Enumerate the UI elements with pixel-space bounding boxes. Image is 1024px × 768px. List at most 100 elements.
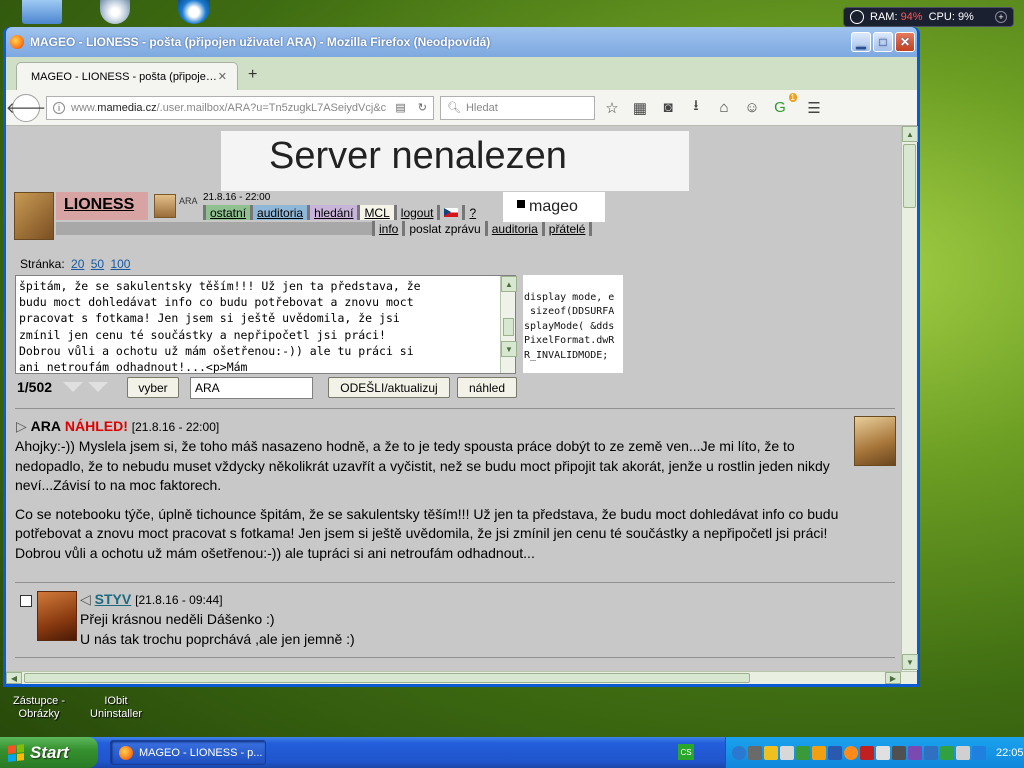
- post-checkbox[interactable]: [20, 595, 32, 607]
- menu-flag[interactable]: [437, 205, 462, 220]
- disc-icon[interactable]: [100, 0, 130, 24]
- lioness-link[interactable]: LIONESS: [64, 196, 134, 214]
- start-button[interactable]: Start: [0, 737, 98, 768]
- page-scroll-up-icon[interactable]: ▲: [902, 126, 918, 142]
- tray-volume-icon[interactable]: [876, 745, 890, 760]
- czech-flag-icon[interactable]: [444, 208, 459, 217]
- info-icon[interactable]: i: [53, 101, 65, 114]
- close-button[interactable]: ✕: [895, 32, 915, 52]
- close-tab-icon[interactable]: ✕: [218, 70, 227, 83]
- submenu-pratele-link[interactable]: přátelé: [549, 222, 586, 236]
- menu-help-link[interactable]: ?: [469, 206, 476, 220]
- page-size-50[interactable]: 50: [91, 257, 104, 271]
- prev-arrow-icon[interactable]: [63, 382, 83, 392]
- menu-mcl[interactable]: MCL: [357, 205, 394, 220]
- tray-sync-icon[interactable]: [828, 745, 842, 760]
- page-size-100[interactable]: 100: [110, 257, 130, 271]
- menu-ostatni[interactable]: ostatní: [203, 205, 251, 220]
- horizontal-scrollbar[interactable]: ◀ ▶: [6, 671, 917, 684]
- back-button[interactable]: 🡐: [6, 93, 46, 122]
- scroll-right-icon[interactable]: ▶: [885, 672, 901, 684]
- computer-icon[interactable]: [22, 0, 62, 24]
- tray-ff-icon[interactable]: [844, 745, 858, 760]
- pocket-icon[interactable]: ◙: [657, 97, 679, 119]
- vertical-scroll-thumb[interactable]: [903, 144, 916, 208]
- title-bar[interactable]: MAGEO - LIONESS - pošta (připojen uživat…: [6, 27, 917, 57]
- reader-view-icon[interactable]: ▤: [395, 101, 405, 114]
- menu-hledani[interactable]: hledání: [307, 205, 358, 220]
- extension-icon[interactable]: G1: [769, 92, 797, 119]
- submenu-info-link[interactable]: info: [379, 222, 398, 236]
- tray-text-icon[interactable]: [924, 745, 938, 760]
- submenu-auditoria-link[interactable]: auditoria: [492, 222, 538, 236]
- tray-usb-icon[interactable]: [956, 745, 970, 760]
- vyber-button[interactable]: vyber: [127, 377, 179, 398]
- sync-icon[interactable]: [178, 0, 210, 24]
- desktop-shortcut-iobit[interactable]: IObit Uninstaller: [86, 695, 146, 721]
- tray-network-icon[interactable]: [748, 745, 762, 760]
- download-icon[interactable]: ⭳: [685, 97, 707, 119]
- page-scroll-down-icon[interactable]: ▼: [902, 654, 918, 670]
- recipient-input[interactable]: ARA: [190, 377, 313, 399]
- tray-screen-icon[interactable]: [972, 745, 986, 760]
- page-size-20[interactable]: 20: [71, 257, 84, 271]
- textarea-scroll-thumb[interactable]: [503, 318, 514, 336]
- vertical-scrollbar[interactable]: ▲ ▼: [901, 126, 918, 671]
- nav-bar: 🡐 i www.mamedia.cz/.user.mailbox/ARA?u=T…: [6, 90, 917, 126]
- next-arrow-icon[interactable]: [88, 382, 108, 392]
- menu-hledani-link[interactable]: hledání: [314, 206, 353, 220]
- add-icon[interactable]: +: [995, 11, 1007, 23]
- tray-pdf-icon[interactable]: [780, 745, 794, 760]
- tray-puzzle-icon[interactable]: [940, 745, 954, 760]
- tray-display-icon[interactable]: [812, 745, 826, 760]
- submenu-auditoria[interactable]: auditoria: [484, 221, 542, 236]
- tray-app-icon[interactable]: [908, 745, 922, 760]
- menu-help[interactable]: ?: [462, 205, 480, 220]
- ara-avatar: [854, 416, 896, 466]
- scroll-left-icon[interactable]: ◀: [6, 672, 22, 684]
- send-button[interactable]: ODEŠLI/aktualizuj: [328, 377, 450, 398]
- reload-icon[interactable]: ↻: [418, 101, 427, 114]
- mageo-logo[interactable]: mageo: [503, 192, 605, 222]
- menu-ostatni-link[interactable]: ostatní: [210, 206, 246, 220]
- expand-triangle-icon[interactable]: ▷: [16, 418, 27, 434]
- horizontal-scroll-thumb[interactable]: [24, 673, 750, 683]
- menu-auditoria[interactable]: auditoria: [250, 205, 308, 220]
- compose-textarea[interactable]: špitám, že se sakulentsky těším!!! Už je…: [15, 275, 516, 374]
- smiley-icon[interactable]: ☺: [741, 97, 763, 119]
- submenu-info[interactable]: info: [372, 221, 402, 236]
- submenu-pratele[interactable]: přátelé: [541, 221, 593, 236]
- menu-logout[interactable]: logout: [393, 205, 438, 220]
- tray-ie-icon[interactable]: [732, 745, 746, 760]
- minimize-button[interactable]: ▁: [851, 32, 871, 52]
- scroll-down-icon[interactable]: ▼: [501, 341, 517, 357]
- bookmark-star-icon[interactable]: ☆: [601, 97, 623, 119]
- mageo-logo-text: mageo: [529, 198, 578, 215]
- bookmarks-list-icon[interactable]: ▦: [629, 97, 651, 119]
- tray-shield-icon[interactable]: [860, 745, 874, 760]
- home-icon[interactable]: ⌂: [713, 97, 735, 119]
- expand-triangle-icon-2[interactable]: ◁: [80, 591, 91, 607]
- tab-mageo[interactable]: MAGEO - LIONESS - pošta (připoje… ✕: [16, 62, 238, 90]
- taskbar-firefox[interactable]: MAGEO - LIONESS - p...: [110, 740, 266, 765]
- url-bar[interactable]: i www.mamedia.cz/.user.mailbox/ARA?u=Tn5…: [46, 95, 434, 120]
- maximize-button[interactable]: □: [873, 32, 893, 52]
- tray-speaker-icon[interactable]: [892, 745, 906, 760]
- search-box[interactable]: 🔍︎ Hledat: [440, 95, 595, 120]
- menu-mcl-link[interactable]: MCL: [364, 206, 389, 220]
- preview-button[interactable]: náhled: [457, 377, 517, 398]
- menu-icon[interactable]: ☰: [803, 97, 825, 119]
- textarea-scrollbar[interactable]: ▲ ▼: [500, 276, 517, 373]
- menu-auditoria-link[interactable]: auditoria: [257, 206, 303, 220]
- tray-warning-icon[interactable]: [764, 745, 778, 760]
- scroll-up-icon[interactable]: ▲: [501, 276, 517, 292]
- language-indicator[interactable]: CS: [678, 744, 694, 760]
- post2-author-link[interactable]: STYV: [95, 591, 132, 607]
- tray-security-icon[interactable]: [796, 745, 810, 760]
- desktop-shortcut-obrazky[interactable]: Zástupce - Obrázky: [6, 695, 72, 721]
- post2-date: [21.8.16 - 09:44]: [135, 593, 223, 607]
- clock[interactable]: 22:05: [996, 747, 1024, 759]
- menu-logout-link[interactable]: logout: [401, 206, 434, 220]
- pages-selector: Stránka: 20 50 100: [20, 257, 130, 271]
- new-tab-icon[interactable]: +: [248, 66, 257, 84]
